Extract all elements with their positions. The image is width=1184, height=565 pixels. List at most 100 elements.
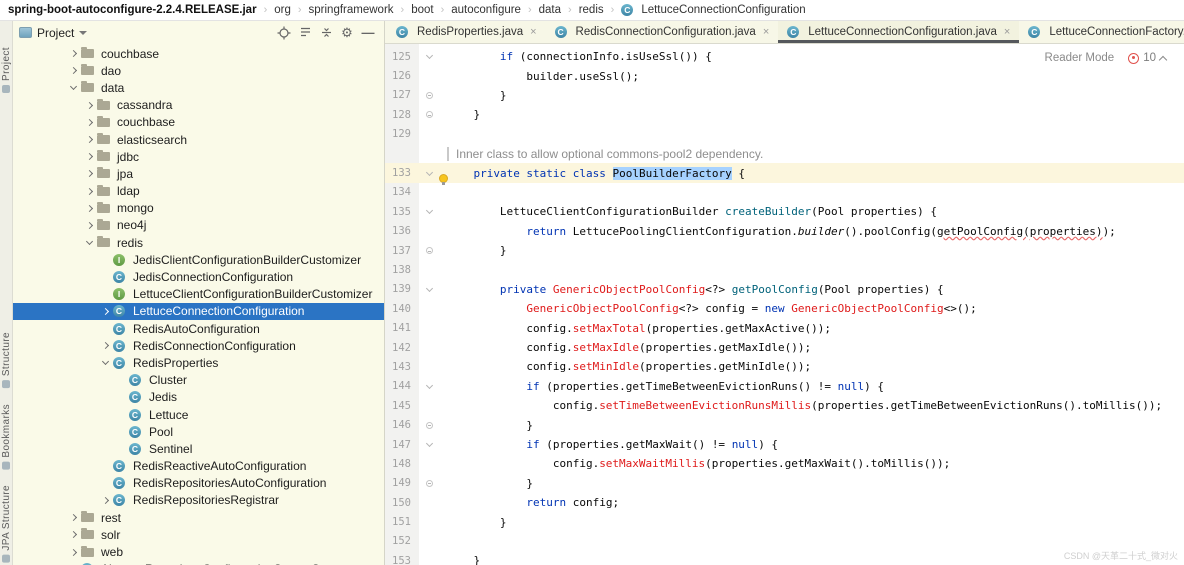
fold-marker-icon[interactable]	[425, 111, 433, 119]
chevron-right-icon[interactable]	[65, 548, 81, 556]
code-line-135[interactable]: 135 LettuceClientConfigurationBuilder cre…	[385, 202, 1184, 221]
toolwindow-button-project[interactable]: Project	[1, 47, 12, 93]
chevron-right-icon[interactable]	[81, 187, 97, 195]
code-line-140[interactable]: 140 GenericObjectPoolConfig<?> config = n…	[385, 299, 1184, 318]
tree-item-jpa[interactable]: jpa	[13, 165, 384, 182]
tree-item-data[interactable]: data	[13, 79, 384, 96]
tree-item-solr[interactable]: solr	[13, 526, 384, 543]
chevron-right-icon[interactable]	[97, 496, 113, 505]
code-line-139[interactable]: 139 private GenericObjectPoolConfig<?> ge…	[385, 280, 1184, 299]
code-line-151[interactable]: 151}	[385, 512, 1184, 531]
tree-item-Jedis[interactable]: C Jedis	[13, 389, 384, 406]
tree-item-rest[interactable]: rest	[13, 509, 384, 526]
chevron-right-icon[interactable]	[65, 67, 81, 75]
chevron-right-icon[interactable]	[81, 118, 97, 126]
chevron-right-icon[interactable]	[81, 204, 97, 212]
tree-item-JedisClientConfigurationBuilderCustomizer[interactable]: I JedisClientConfigurationBuilderCustomiz…	[13, 251, 384, 268]
tab-RedisConnectionConfiguration.java[interactable]: C RedisConnectionConfiguration.java ×	[546, 21, 779, 43]
locate-icon[interactable]	[276, 25, 292, 41]
chevron-down-icon[interactable]	[65, 83, 81, 91]
chevron-right-icon[interactable]	[97, 342, 113, 350]
tree-item-mongo[interactable]: mongo	[13, 200, 384, 217]
intention-bulb-icon[interactable]	[439, 173, 448, 185]
fold-marker-icon[interactable]	[425, 247, 433, 255]
fold-marker-icon[interactable]	[425, 421, 433, 429]
tree-item-RedisAutoConfiguration[interactable]: C RedisAutoConfiguration	[13, 320, 384, 337]
close-icon[interactable]: ×	[763, 26, 769, 38]
tree-item-ldap[interactable]: ldap	[13, 183, 384, 200]
fold-marker-icon[interactable]	[425, 52, 433, 60]
tree-item-neo4j[interactable]: neo4j	[13, 217, 384, 234]
fold-marker-icon[interactable]	[425, 479, 433, 487]
close-icon[interactable]: ×	[530, 26, 536, 38]
tree-item-cassandra[interactable]: cassandra	[13, 97, 384, 114]
code-line-134[interactable]: 134	[385, 183, 1184, 202]
chevron-right-icon[interactable]	[65, 531, 81, 539]
code-line-143[interactable]: 143 config.setMinIdle(properties.getMinId…	[385, 357, 1184, 376]
code-line-150[interactable]: 150 return config;	[385, 493, 1184, 512]
breadcrumb-item[interactable]: org	[274, 4, 291, 16]
tree-item-LettuceConnectionConfiguration[interactable]: C LettuceConnectionConfiguration	[13, 302, 384, 320]
tree-item-RedisRepositoriesAutoConfiguration[interactable]: C RedisRepositoriesAutoConfiguration	[13, 475, 384, 492]
chevron-down-icon[interactable]	[81, 238, 97, 246]
code-line-147[interactable]: 147 if (properties.getMaxWait() != null) …	[385, 435, 1184, 454]
code-line-145[interactable]: 145 config.setTimeBetweenEvictionRunsMill…	[385, 396, 1184, 415]
tree-item-elasticsearch[interactable]: elasticsearch	[13, 131, 384, 148]
code-line-136[interactable]: 136 return LettucePoolingClientConfigurat…	[385, 222, 1184, 241]
fold-marker-icon[interactable]	[425, 439, 433, 448]
code-line-144[interactable]: 144 if (properties.getTimeBetweenEviction…	[385, 377, 1184, 396]
close-icon[interactable]: ×	[1004, 26, 1010, 38]
fold-marker-icon[interactable]	[425, 207, 433, 215]
tree-item-dao[interactable]: dao	[13, 62, 384, 79]
tree-item-jdbc[interactable]: jdbc	[13, 148, 384, 165]
fold-marker-icon[interactable]	[425, 91, 433, 99]
tree-item-RedisReactiveAutoConfiguration[interactable]: C RedisReactiveAutoConfiguration	[13, 458, 384, 475]
code-line-146[interactable]: 146}	[385, 415, 1184, 434]
tree-item-RedisConnectionConfiguration[interactable]: C RedisConnectionConfiguration	[13, 337, 384, 354]
toolwindow-button-bookmarks[interactable]: Bookmarks	[1, 404, 12, 470]
breadcrumb-item[interactable]: C LettuceConnectionConfiguration	[621, 4, 806, 16]
toolwindow-button-jpa-structure[interactable]: JPA Structure	[1, 485, 12, 563]
breadcrumb-item[interactable]: boot	[411, 4, 433, 16]
inspections-widget[interactable]: 10	[1128, 52, 1168, 64]
tree-item-JedisConnectionConfiguration[interactable]: C JedisConnectionConfiguration	[13, 268, 384, 285]
chevron-right-icon[interactable]	[81, 101, 97, 109]
tree-item-couchbase[interactable]: couchbase	[13, 45, 384, 62]
tree-item-RedisProperties[interactable]: C RedisProperties	[13, 354, 384, 371]
code-line-148[interactable]: 148 config.setMaxWaitMillis(properties.ge…	[385, 454, 1184, 473]
code-line-138[interactable]: 138	[385, 260, 1184, 279]
tree-item-redis[interactable]: redis	[13, 234, 384, 251]
fold-marker-icon[interactable]	[425, 381, 433, 389]
tab-RedisProperties.java[interactable]: C RedisProperties.java ×	[387, 21, 546, 43]
tree-item-AbstractRepositoryConfigurationSourceSupport[interactable]: CAbstractRepositoryConfigurationSourceSu…	[13, 561, 384, 565]
collapse-all-icon[interactable]	[318, 25, 334, 41]
toolwindow-button-structure[interactable]: Structure	[1, 332, 12, 388]
tree-item-Lettuce[interactable]: C Lettuce	[13, 406, 384, 423]
tab-LettuceConnectionFactory.class[interactable]: CLettuceConnectionFactory.class×	[1019, 21, 1184, 43]
code-line-137[interactable]: 137}	[385, 241, 1184, 260]
breadcrumb-item[interactable]: data	[539, 4, 561, 16]
breadcrumb-item[interactable]: autoconfigure	[451, 4, 521, 16]
chevron-right-icon[interactable]	[65, 514, 81, 522]
code-line-142[interactable]: 142 config.setMaxIdle(properties.getMaxId…	[385, 338, 1184, 357]
tree-item-web[interactable]: web	[13, 543, 384, 560]
chevron-right-icon[interactable]	[81, 170, 97, 178]
chevron-down-icon[interactable]	[97, 358, 113, 366]
breadcrumb-item[interactable]: springframework	[309, 4, 394, 16]
code-line-133[interactable]: 133 private static class PoolBuilderFacto…	[385, 163, 1184, 185]
expand-all-icon[interactable]	[297, 25, 313, 41]
tree-item-Cluster[interactable]: C Cluster	[13, 372, 384, 389]
hide-panel-icon[interactable]: —	[360, 25, 376, 41]
tree-item-LettuceClientConfigurationBuilderCustomizer[interactable]: I LettuceClientConfigurationBuilderCustom…	[13, 286, 384, 303]
fold-marker-icon[interactable]	[425, 284, 433, 292]
code-line-129[interactable]: 129	[385, 125, 1184, 144]
code-line-128[interactable]: 128}	[385, 105, 1184, 124]
tree-item-Sentinel[interactable]: C Sentinel	[13, 440, 384, 457]
code-line-126[interactable]: 126 builder.useSsl();	[385, 66, 1184, 85]
tree-item-RedisRepositoriesRegistrar[interactable]: C RedisRepositoriesRegistrar	[13, 492, 384, 509]
tree-item-couchbase[interactable]: couchbase	[13, 114, 384, 131]
fold-marker-icon[interactable]	[425, 168, 433, 176]
code-editor[interactable]: 125 if (connectionInfo.isUseSsl()) {126 bu…	[385, 44, 1184, 565]
chevron-down-icon[interactable]	[79, 31, 88, 35]
chevron-right-icon[interactable]	[81, 153, 97, 161]
